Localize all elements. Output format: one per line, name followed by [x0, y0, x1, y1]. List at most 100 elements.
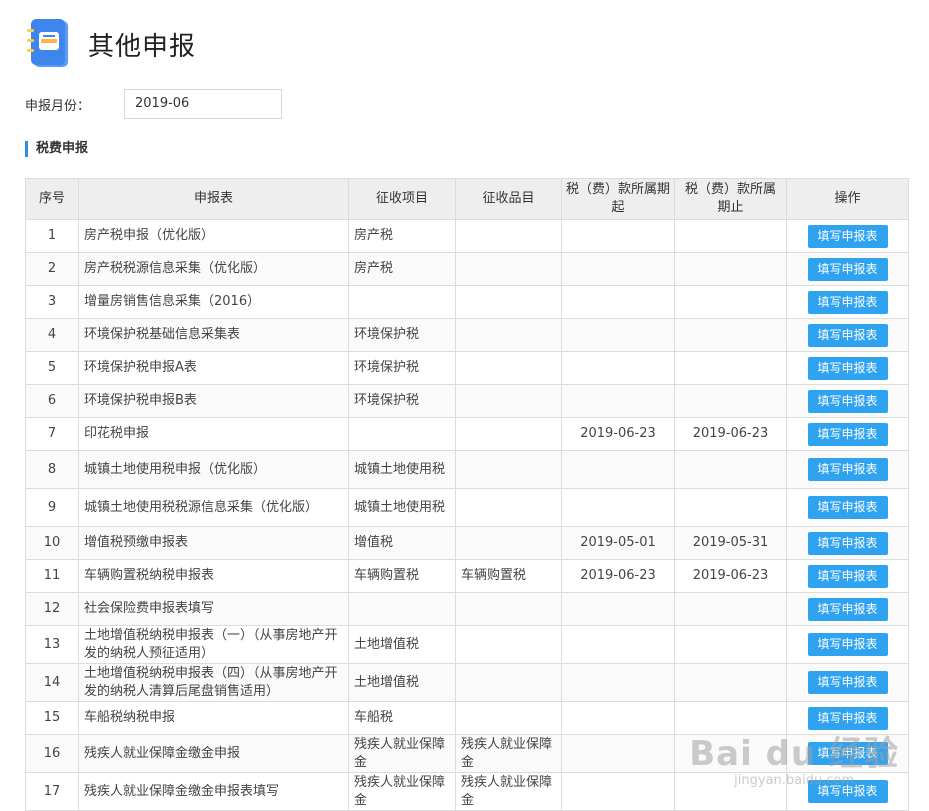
tax-item: 土地增值税 — [348, 663, 456, 702]
action-cell: 填写申报表 — [786, 318, 909, 352]
tax-item — [348, 285, 456, 319]
tax-subitem — [455, 592, 562, 626]
fill-form-button[interactable]: 填写申报表 — [807, 496, 888, 519]
table-header-row: 序号 申报表 征收项目 征收品目 税（费）款所属期起 税（费）款所属期止 操作 — [25, 178, 909, 220]
period-start: 2019-06-23 — [561, 417, 675, 451]
fill-form-button[interactable]: 填写申报表 — [807, 531, 888, 555]
form-name: 环境保护税申报A表 — [78, 351, 349, 385]
period-start — [561, 252, 675, 286]
column-header-period-start: 税（费）款所属期起 — [561, 178, 675, 220]
table-row: 7 印花税申报 2019-06-23 2019-06-23 填写申报表 — [25, 417, 909, 451]
tax-item: 车船税 — [348, 701, 456, 735]
fill-form-button[interactable]: 填写申报表 — [807, 389, 888, 413]
action-cell: 填写申报表 — [786, 488, 909, 527]
tax-subitem — [455, 384, 562, 418]
action-cell: 填写申报表 — [786, 219, 909, 253]
fill-form-button[interactable]: 填写申报表 — [807, 356, 888, 380]
fill-form-button[interactable]: 填写申报表 — [807, 458, 888, 481]
action-cell: 填写申报表 — [786, 417, 909, 451]
table-row: 14 土地增值税纳税申报表（四）（从事房地产开发的纳税人清算后尾盘销售适用） 土地增… — [25, 663, 909, 702]
action-cell: 填写申报表 — [786, 450, 909, 489]
row-number: 1 — [25, 219, 79, 253]
form-name: 车船税纳税申报 — [78, 701, 349, 735]
row-number: 3 — [25, 285, 79, 319]
form-name: 增量房销售信息采集（2016） — [78, 285, 349, 319]
tax-item: 增值税 — [348, 526, 456, 560]
tax-item: 土地增值税 — [348, 625, 456, 664]
row-number: 5 — [25, 351, 79, 385]
period-start — [561, 384, 675, 418]
table-row: 5 环境保护税申报A表 环境保护税 填写申报表 — [25, 351, 909, 385]
tax-subitem: 残疾人就业保障金 — [455, 772, 562, 811]
table-row: 4 环境保护税基础信息采集表 环境保护税 填写申报表 — [25, 318, 909, 352]
period-start — [561, 663, 675, 702]
fill-form-button[interactable]: 填写申报表 — [807, 671, 888, 694]
action-cell: 填写申报表 — [786, 663, 909, 702]
tax-item: 残疾人就业保障金 — [348, 772, 456, 811]
row-number: 11 — [25, 559, 79, 593]
form-name: 残疾人就业保障金缴金申报 — [78, 734, 349, 773]
column-header-item: 征收项目 — [348, 178, 456, 220]
period-input[interactable]: 2019-06 — [124, 89, 282, 119]
period-end — [674, 351, 787, 385]
fill-form-button[interactable]: 填写申报表 — [807, 422, 888, 446]
period-end: 2019-06-23 — [674, 417, 787, 451]
fill-form-button[interactable]: 填写申报表 — [807, 323, 888, 347]
page-header: 其他申报 — [26, 18, 196, 70]
tax-subitem — [455, 351, 562, 385]
row-number: 17 — [25, 772, 79, 811]
period-end — [674, 663, 787, 702]
tax-subitem — [455, 252, 562, 286]
form-name: 土地增值税纳税申报表（一）（从事房地产开发的纳税人预征适用） — [78, 625, 349, 664]
tax-item — [348, 417, 456, 451]
tax-subitem — [455, 488, 562, 527]
period-end — [674, 488, 787, 527]
action-cell: 填写申报表 — [786, 285, 909, 319]
column-header-action: 操作 — [786, 178, 909, 220]
tax-subitem — [455, 663, 562, 702]
table-row: 11 车辆购置税纳税申报表 车辆购置税 车辆购置税 2019-06-23 2019-06-… — [25, 559, 909, 593]
action-cell: 填写申报表 — [786, 384, 909, 418]
table-row: 1 房产税申报（优化版） 房产税 填写申报表 — [25, 219, 909, 253]
fill-form-button[interactable]: 填写申报表 — [807, 633, 888, 656]
form-name: 残疾人就业保障金缴金申报表填写 — [78, 772, 349, 811]
section-title: 税费申报 — [25, 141, 88, 157]
action-cell: 填写申报表 — [786, 559, 909, 593]
fill-form-button[interactable]: 填写申报表 — [807, 290, 888, 314]
row-number: 4 — [25, 318, 79, 352]
period-start — [561, 625, 675, 664]
period-start — [561, 701, 675, 735]
tax-item — [348, 592, 456, 626]
period-start — [561, 734, 675, 773]
action-cell: 填写申报表 — [786, 625, 909, 664]
period-end — [674, 318, 787, 352]
tax-item: 城镇土地使用税 — [348, 488, 456, 527]
form-name: 城镇土地使用税税源信息采集（优化版） — [78, 488, 349, 527]
tax-subitem — [455, 219, 562, 253]
row-number: 7 — [25, 417, 79, 451]
document-icon — [26, 19, 72, 69]
period-start — [561, 351, 675, 385]
fill-form-button[interactable]: 填写申报表 — [807, 224, 888, 248]
tax-subitem — [455, 526, 562, 560]
page-title: 其他申报 — [88, 31, 197, 62]
period-start — [561, 772, 675, 811]
form-name: 社会保险费申报表填写 — [78, 592, 349, 626]
row-number: 13 — [25, 625, 79, 664]
form-name: 环境保护税基础信息采集表 — [78, 318, 349, 352]
period-end — [674, 285, 787, 319]
fill-form-button[interactable]: 填写申报表 — [807, 564, 888, 588]
form-name: 房产税申报（优化版） — [78, 219, 349, 253]
column-header-no: 序号 — [25, 178, 79, 220]
fill-form-button[interactable]: 填写申报表 — [807, 597, 888, 621]
period-row: 申报月份： 2019-06 — [25, 89, 282, 119]
period-start: 2019-05-01 — [561, 526, 675, 560]
row-number: 2 — [25, 252, 79, 286]
fill-form-button[interactable]: 填写申报表 — [807, 257, 888, 281]
action-cell: 填写申报表 — [786, 592, 909, 626]
action-cell: 填写申报表 — [786, 526, 909, 560]
period-end: 2019-05-31 — [674, 526, 787, 560]
form-name: 土地增值税纳税申报表（四）（从事房地产开发的纳税人清算后尾盘销售适用） — [78, 663, 349, 702]
period-label: 申报月份： — [25, 98, 91, 114]
action-cell: 填写申报表 — [786, 252, 909, 286]
